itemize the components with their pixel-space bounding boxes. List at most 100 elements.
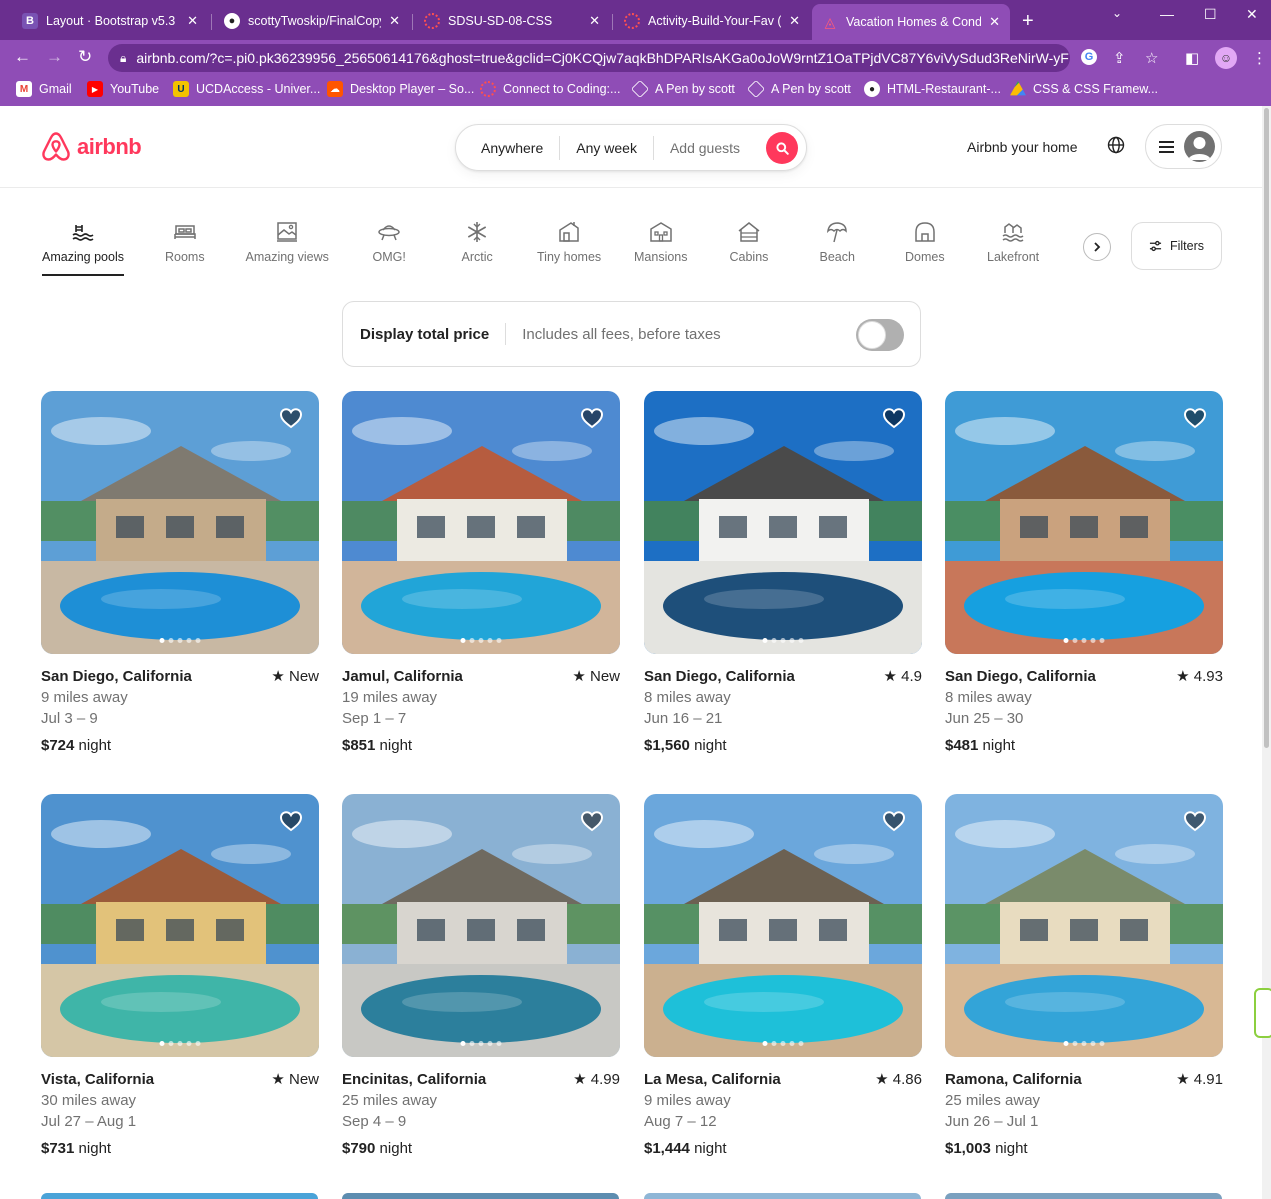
filters-button[interactable]: Filters	[1131, 222, 1222, 270]
category-rooms[interactable]: Rooms	[165, 220, 205, 264]
listing-card[interactable]: Ramona, California ★ 4.91 25 miles away Jun…	[945, 794, 1223, 1159]
heart-icon[interactable]	[279, 810, 303, 837]
heart-icon[interactable]	[1183, 407, 1207, 434]
category-tiny-homes[interactable]: Tiny homes	[537, 220, 601, 264]
photo-carousel-dots[interactable]	[159, 638, 201, 643]
star-icon: ★	[572, 668, 586, 685]
tab-search-icon[interactable]: ⌄	[1112, 6, 1122, 20]
heart-icon[interactable]	[882, 407, 906, 434]
bookmark-css-frameworks[interactable]: CSS & CSS Framew...	[1010, 81, 1158, 97]
listing-photo-image	[945, 794, 1223, 1057]
category-label: Beach	[819, 250, 855, 264]
search-any-week[interactable]: Any week	[560, 140, 653, 156]
photo-carousel-dots[interactable]	[159, 1041, 201, 1046]
category-mansions[interactable]: Mansions	[634, 220, 688, 264]
close-tab-icon[interactable]: ✕	[389, 13, 400, 29]
github-icon: ●	[864, 81, 880, 97]
bookmark-gmail[interactable]: M Gmail	[16, 81, 72, 97]
soundcloud-icon: ☁	[327, 81, 343, 97]
menu-dots-icon[interactable]: ⋮	[1252, 49, 1267, 67]
listing-photo[interactable]	[644, 391, 922, 654]
share-icon[interactable]: ⇪	[1113, 49, 1126, 67]
listing-photo[interactable]	[342, 794, 620, 1057]
back-icon[interactable]: ←	[14, 47, 31, 67]
close-tab-icon[interactable]: ✕	[989, 14, 1000, 30]
listing-photo[interactable]	[41, 794, 319, 1057]
photo-carousel-dots[interactable]	[1063, 1041, 1105, 1046]
address-bar[interactable]: 🔒︎ airbnb.com/?c=.pi0.pk36239956_2565061…	[108, 44, 1070, 72]
category-arctic[interactable]: Arctic	[462, 220, 493, 264]
bookmark-codepen-1[interactable]: A Pen by scott	[630, 79, 735, 99]
side-panel-icon[interactable]: ◧	[1185, 49, 1199, 67]
photo-carousel-dots[interactable]	[460, 638, 502, 643]
close-tab-icon[interactable]: ✕	[187, 13, 198, 29]
category-amazing-views[interactable]: Amazing views	[246, 220, 329, 264]
page-scrollbar-thumb[interactable]	[1264, 108, 1269, 748]
host-link[interactable]: Airbnb your home	[967, 139, 1078, 155]
total-price-toggle[interactable]	[856, 319, 904, 351]
heart-icon[interactable]	[580, 407, 604, 434]
search-button[interactable]	[766, 132, 798, 164]
airbnb-logo[interactable]: airbnb	[40, 130, 142, 163]
listing-photo[interactable]	[945, 794, 1223, 1057]
maximize-icon[interactable]: ☐	[1204, 6, 1217, 23]
bookmark-star-icon[interactable]: ☆	[1145, 49, 1158, 67]
listing-photo[interactable]	[342, 391, 620, 654]
listing-dates: Aug 7 – 12	[644, 1113, 717, 1130]
bookmark-html-restaurant[interactable]: ● HTML-Restaurant-...	[864, 81, 1001, 97]
search-bar[interactable]: Anywhere Any week Add guests	[455, 124, 807, 171]
heart-icon[interactable]	[279, 407, 303, 434]
browser-tab-activity[interactable]: Activity-Build-Your-Fav (c ✕	[614, 6, 810, 36]
listing-card[interactable]: Encinitas, California ★ 4.99 25 miles away…	[342, 794, 620, 1159]
listing-photo[interactable]	[41, 391, 319, 654]
listing-photo[interactable]	[945, 391, 1223, 654]
browser-tab-sdsu[interactable]: SDSU-SD-08-CSS ✕	[414, 6, 610, 36]
listing-rating: ★ 4.93	[1176, 668, 1223, 685]
close-tab-icon[interactable]: ✕	[589, 13, 600, 29]
bookmark-connect-to-coding[interactable]: Connect to Coding:...	[480, 81, 620, 97]
star-icon: ★	[883, 668, 897, 685]
category-beach[interactable]: Beach	[820, 220, 855, 264]
category-next-button[interactable]	[1083, 233, 1111, 261]
browser-tab-bootstrap[interactable]: B Layout · Bootstrap v5.3 ✕	[12, 6, 208, 36]
photo-carousel-dots[interactable]	[1063, 638, 1105, 643]
listing-card[interactable]: San Diego, California ★ 4.9 8 miles away Ju…	[644, 391, 922, 756]
category-lakefront[interactable]: Lakefront	[987, 220, 1039, 264]
profile-icon[interactable]: ☺	[1215, 47, 1237, 69]
user-menu-button[interactable]	[1145, 124, 1222, 169]
category-amazing-pools[interactable]: Amazing pools	[42, 220, 124, 276]
circle-icon	[624, 13, 640, 29]
category-cabins[interactable]: Cabins	[730, 220, 768, 264]
bookmark-codepen-2[interactable]: A Pen by scott	[746, 79, 851, 99]
category-domes[interactable]: Domes	[905, 220, 945, 264]
heart-icon[interactable]	[1183, 810, 1207, 837]
listing-photo[interactable]	[644, 794, 922, 1057]
listing-card[interactable]: San Diego, California ★ New 9 miles away Ju…	[41, 391, 319, 756]
listing-card[interactable]: San Diego, California ★ 4.93 8 miles away J…	[945, 391, 1223, 756]
browser-tab-airbnb[interactable]: ◬ Vacation Homes & Condo ✕	[812, 4, 1010, 40]
extension-widget[interactable]	[1254, 988, 1271, 1038]
reload-icon[interactable]: ↻	[78, 47, 92, 67]
window-close-icon[interactable]: ✕	[1246, 6, 1258, 23]
forward-icon[interactable]: →	[46, 47, 63, 67]
listing-card[interactable]: Vista, California ★ New 30 miles away Jul 2…	[41, 794, 319, 1159]
heart-icon[interactable]	[580, 810, 604, 837]
search-anywhere[interactable]: Anywhere	[456, 140, 559, 156]
heart-icon[interactable]	[882, 810, 906, 837]
bookmark-ucdaccess[interactable]: U UCDAccess - Univer...	[173, 81, 320, 97]
search-add-guests[interactable]: Add guests	[654, 140, 756, 156]
category-omg[interactable]: OMG!	[373, 220, 406, 264]
photo-carousel-dots[interactable]	[460, 1041, 502, 1046]
listing-card[interactable]: Jamul, California ★ New 19 miles away Sep 1…	[342, 391, 620, 756]
google-icon[interactable]: G	[1081, 49, 1097, 65]
bookmark-youtube[interactable]: ▶ YouTube	[87, 81, 159, 97]
minimize-icon[interactable]: —	[1160, 6, 1174, 22]
bookmark-soundcloud[interactable]: ☁ Desktop Player – So...	[327, 81, 474, 97]
photo-carousel-dots[interactable]	[762, 1041, 804, 1046]
language-button[interactable]	[1107, 136, 1125, 159]
new-tab-icon[interactable]: +	[1022, 10, 1034, 33]
browser-tab-github[interactable]: ● scottyTwoskip/FinalCopyC ✕	[214, 6, 410, 36]
listing-card[interactable]: La Mesa, California ★ 4.86 9 miles away Aug…	[644, 794, 922, 1159]
close-tab-icon[interactable]: ✕	[789, 13, 800, 29]
photo-carousel-dots[interactable]	[762, 638, 804, 643]
